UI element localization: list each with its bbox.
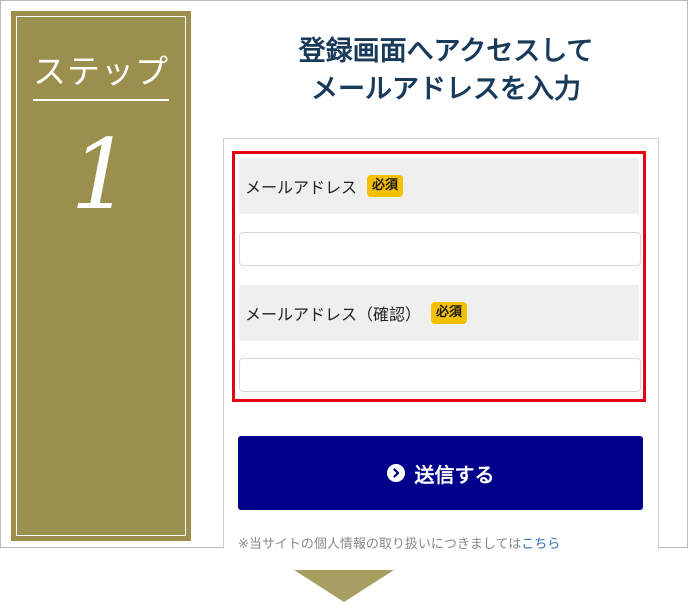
step-title: 登録画面へアクセスして メールアドレスを入力	[211, 33, 681, 109]
chevron-circle-right-icon	[386, 464, 405, 482]
step-number: 1	[70, 119, 132, 231]
step-panel: ステップ 1	[11, 11, 191, 541]
highlight-box: メールアドレス 必須 メールアドレス（確認） 必須	[232, 151, 646, 402]
required-badge: 必須	[367, 175, 404, 197]
email-label: メールアドレス	[245, 178, 358, 197]
privacy-policy-link[interactable]: こちら	[521, 537, 560, 549]
step-frame: ステップ 1 登録画面へアクセスして メールアドレスを入力 メールアドレス 必須…	[0, 0, 688, 549]
step-panel-inner-border: ステップ 1	[16, 16, 186, 536]
email-confirm-label: メールアドレス（確認）	[245, 305, 422, 324]
form-screenshot-card: メールアドレス 必須 メールアドレス（確認） 必須 送信する ※当サイトの個人情…	[223, 138, 659, 549]
email-confirm-label-row: メールアドレス（確認） 必須	[239, 285, 639, 341]
email-label-row: メールアドレス 必須	[239, 158, 639, 214]
submit-label: 送信する	[414, 462, 495, 487]
step-title-line-1: 登録画面へアクセスして	[298, 36, 594, 67]
submit-button[interactable]: 送信する	[238, 436, 643, 510]
next-step-arrow-icon	[294, 570, 394, 602]
step-divider	[33, 99, 169, 101]
email-input[interactable]	[239, 232, 641, 266]
privacy-notice-text: ※当サイトの個人情報の取り扱いにつきましては	[238, 537, 522, 549]
required-badge: 必須	[431, 302, 468, 324]
step-title-line-2: メールアドレスを入力	[311, 74, 581, 105]
email-confirm-input[interactable]	[239, 358, 641, 392]
step-label: ステップ	[33, 52, 169, 91]
privacy-notice: ※当サイトの個人情報の取り扱いにつきましてはこちら	[238, 535, 648, 549]
